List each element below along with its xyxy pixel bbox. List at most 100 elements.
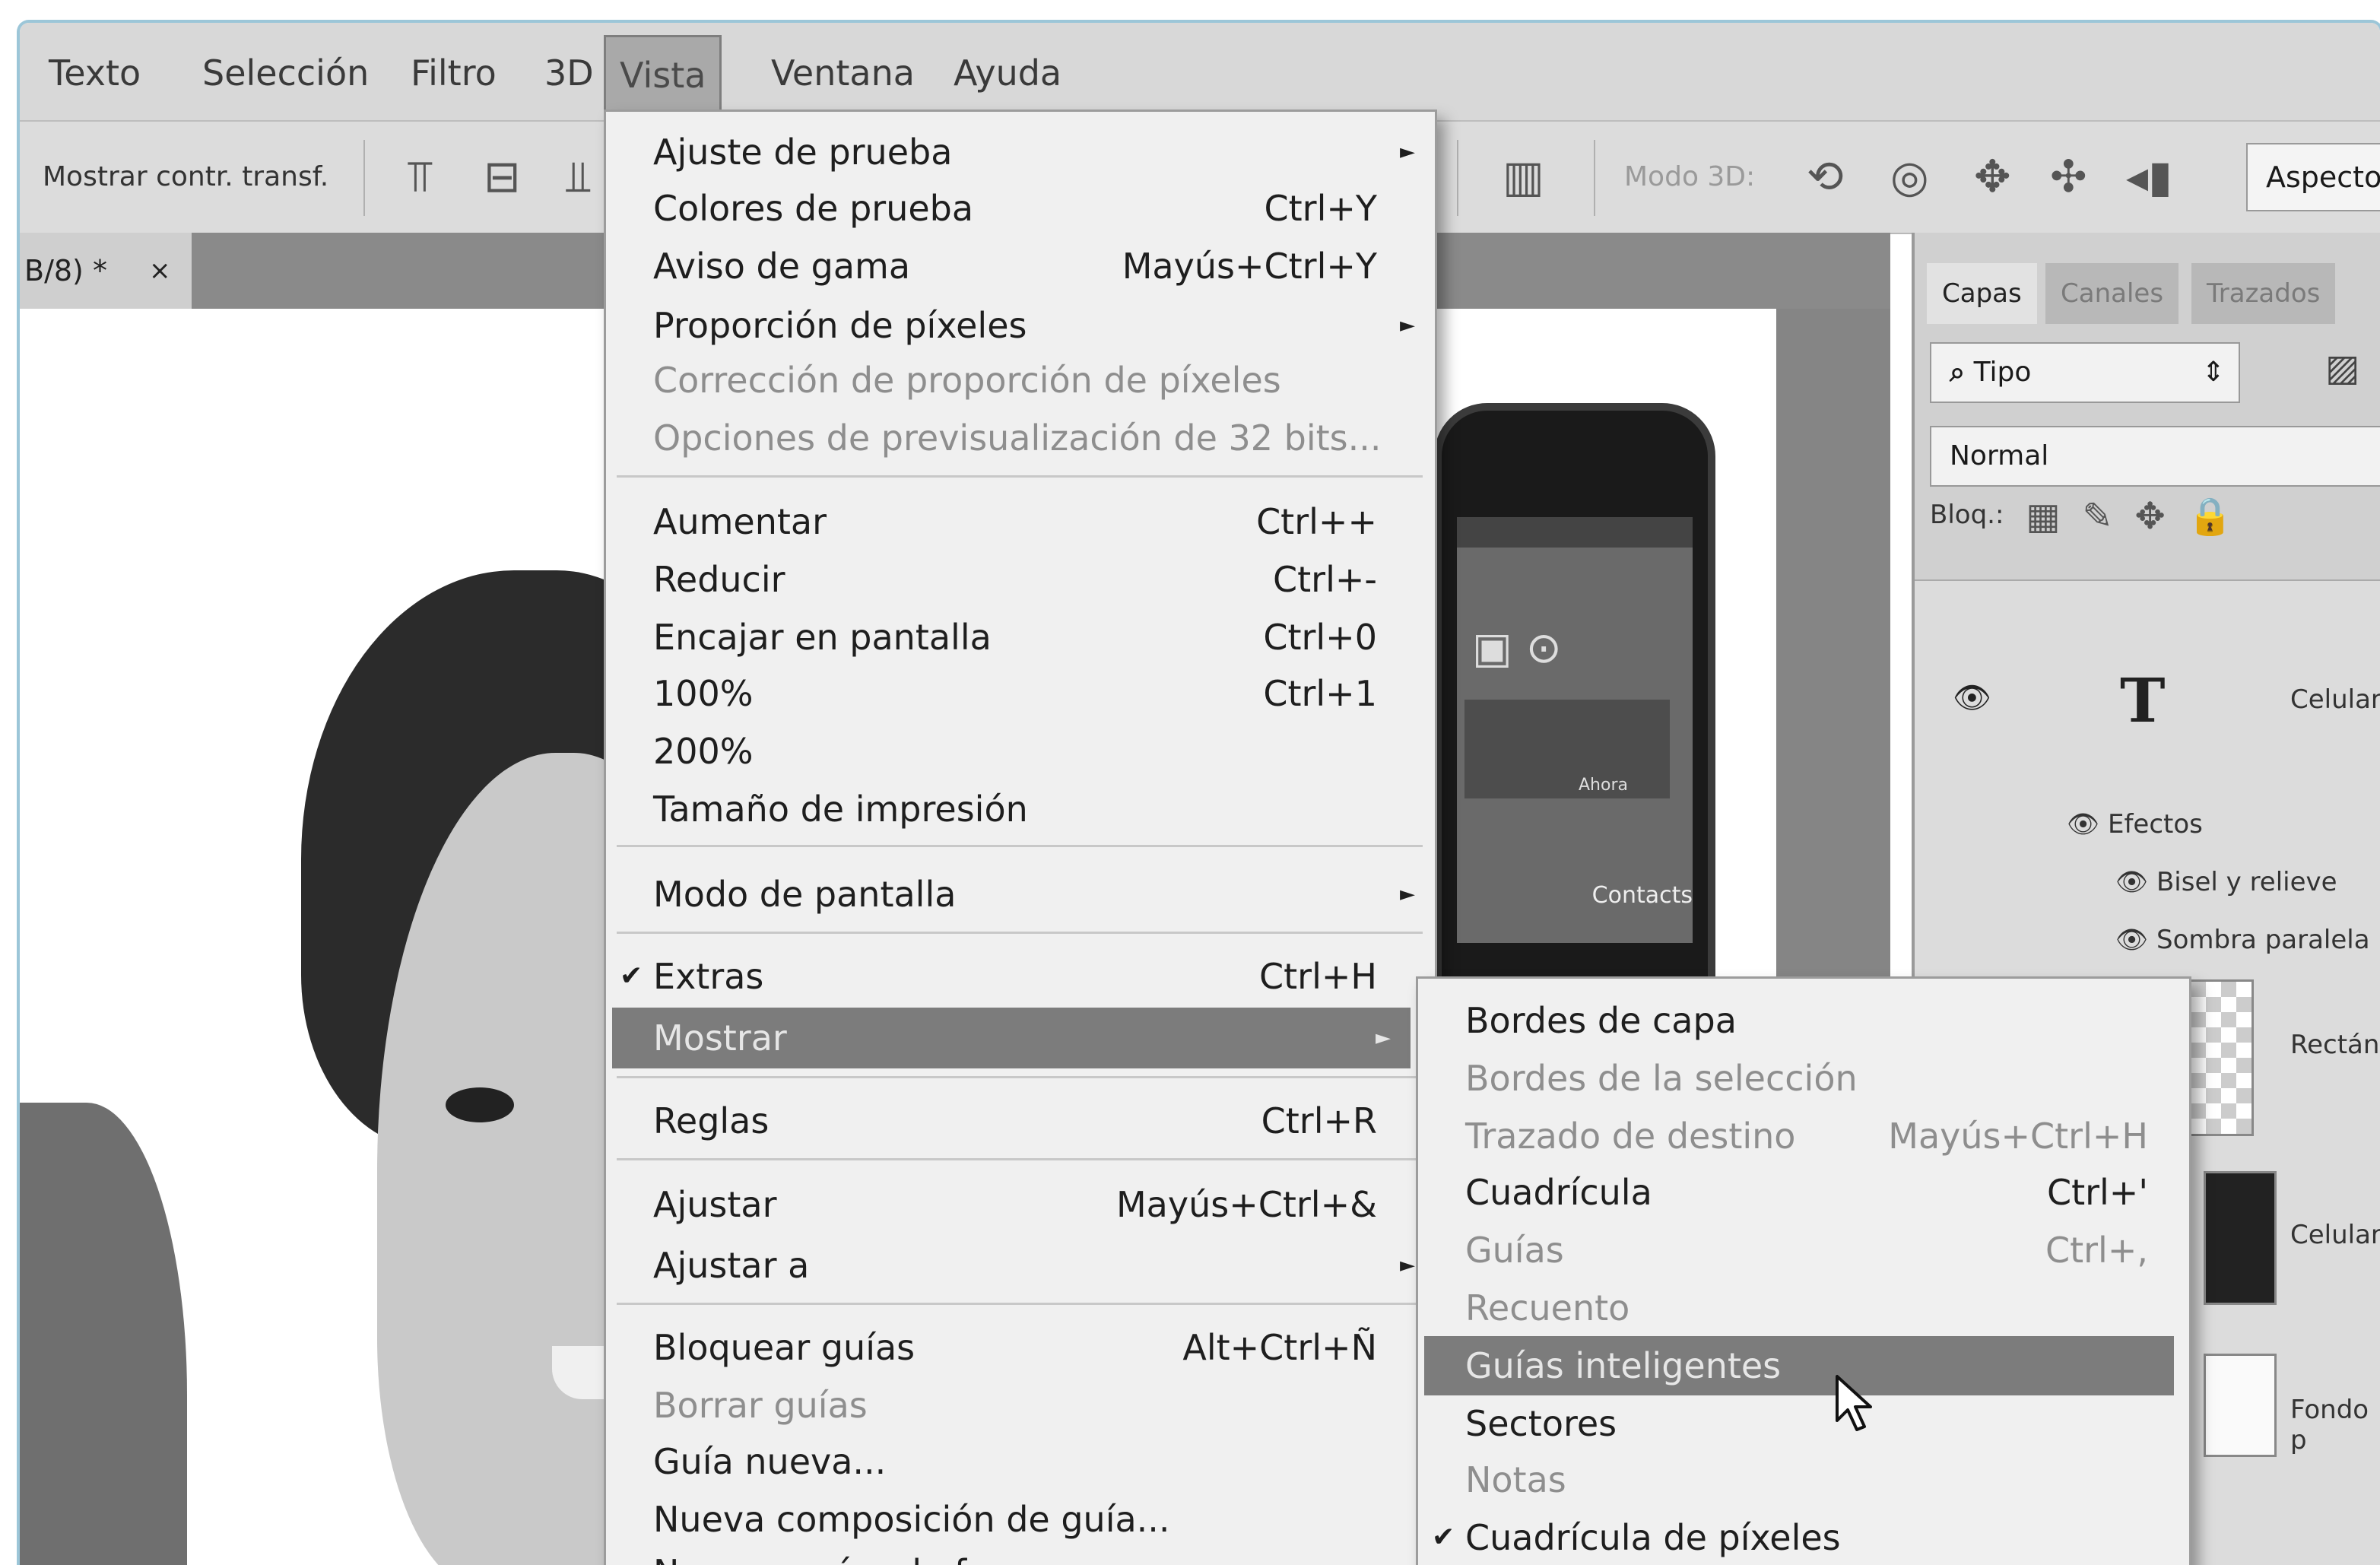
3d-slide-icon[interactable]: ✣: [2050, 152, 2087, 201]
3d-roll-icon[interactable]: ◎: [1890, 152, 1929, 201]
tab-canales[interactable]: Canales: [2045, 263, 2179, 324]
visibility-eye-icon[interactable]: 👁: [1953, 680, 1991, 716]
layer-name-fondo[interactable]: Fondo p: [2290, 1395, 2380, 1455]
layer-filter-select[interactable]: ⌕ Tipo ⇕: [1930, 342, 2240, 403]
effect-bevel-row[interactable]: 👁 Bisel y relieve: [2115, 867, 2337, 897]
lock-paint-icon[interactable]: ✎: [2082, 495, 2112, 538]
menu-item-200[interactable]: 200%: [606, 723, 1435, 779]
layer-filter-value: Tipo: [1973, 357, 2032, 388]
3d-scale-icon[interactable]: ◂▮: [2126, 152, 2172, 201]
menu-vista[interactable]: Vista: [604, 35, 722, 116]
align-vcenter-icon[interactable]: ⊟: [484, 152, 521, 201]
blend-mode-select[interactable]: Normal: [1930, 426, 2380, 487]
menu-item-bloquear-guias[interactable]: Bloquear guías Alt+Ctrl+Ñ: [606, 1319, 1435, 1376]
menu-item-correccion-proporcion[interactable]: Corrección de proporción de píxeles: [606, 352, 1435, 408]
menu-item-reducir[interactable]: Reducir Ctrl+-: [606, 551, 1435, 608]
text-layer-icon: T: [2120, 665, 2166, 736]
menu-item-extras[interactable]: ✔ Extras Ctrl+H: [606, 948, 1435, 1005]
separator: [1594, 140, 1595, 216]
submenu-item-notas[interactable]: Notas: [1418, 1452, 2189, 1508]
menu-bar: Texto Selección Filtro 3D Vista Ventana …: [20, 23, 2380, 122]
menu-item-100[interactable]: 100% Ctrl+1: [606, 665, 1435, 722]
menu-item-aumentar[interactable]: Aumentar Ctrl++: [606, 494, 1435, 550]
effects-eye-icon[interactable]: 👁: [2067, 809, 2099, 840]
distribute-icon[interactable]: ▥: [1503, 152, 1544, 201]
submenu-arrow-icon: ►: [1376, 1027, 1391, 1049]
menu-item-ajustar[interactable]: Ajustar Mayús+Ctrl+&: [606, 1176, 1435, 1233]
3d-pan-icon[interactable]: ✥: [1974, 152, 2011, 201]
effects-row[interactable]: 👁 Efectos: [2067, 809, 2203, 840]
submenu-item-bordes-seleccion[interactable]: Bordes de la selección: [1418, 1050, 2189, 1106]
submenu-item-recuento[interactable]: Recuento: [1418, 1280, 2189, 1336]
align-top-icon[interactable]: ⫪: [408, 152, 433, 201]
menu-filtro[interactable]: Filtro: [397, 35, 510, 111]
align-bottom-icon[interactable]: ⫫: [566, 152, 591, 201]
phone-photo-strip: Ahora: [1464, 700, 1670, 798]
3d-mode-label: Modo 3D:: [1624, 161, 1756, 192]
lock-label: Bloq.:: [1930, 500, 2004, 530]
3d-rotate-icon[interactable]: ⟲: [1807, 152, 1844, 201]
menu-seleccion[interactable]: Selección: [189, 35, 382, 111]
menu-item-nueva-composicion-guia[interactable]: Nueva composición de guía...: [606, 1491, 1435, 1548]
menu-item-guia-nueva[interactable]: Guía nueva...: [606, 1433, 1435, 1490]
menu-item-ajuste-de-prueba[interactable]: Ajuste de prueba ►: [606, 124, 1435, 180]
layer-name-celulares[interactable]: Celulares: [2290, 684, 2380, 715]
tab-capas[interactable]: Capas: [1927, 263, 2037, 324]
effect-eye-icon[interactable]: 👁: [2115, 925, 2148, 955]
checkmark-icon: ✔: [620, 960, 643, 992]
submenu-arrow-icon: ►: [1400, 141, 1415, 163]
menu-separator: [617, 1158, 1423, 1160]
effect-eye-icon[interactable]: 👁: [2115, 867, 2148, 897]
close-tab-icon[interactable]: ×: [149, 233, 171, 309]
menu-item-tamano-impresion[interactable]: Tamaño de impresión: [606, 781, 1435, 837]
submenu-arrow-icon: ►: [1400, 314, 1415, 337]
menu-item-aviso-de-gama[interactable]: Aviso de gama Mayús+Ctrl+Y: [606, 238, 1435, 294]
submenu-item-cuadricula[interactable]: Cuadrícula Ctrl+': [1418, 1164, 2189, 1221]
menu-item-opciones-32-bits[interactable]: Opciones de previsualización de 32 bits.…: [606, 410, 1435, 466]
photo-person-eye: [446, 1087, 514, 1122]
submenu-item-trazado-destino[interactable]: Trazado de destino Mayús+Ctrl+H: [1418, 1108, 2189, 1164]
show-transform-controls-label[interactable]: Mostrar contr. transf.: [43, 122, 328, 233]
menu-item-proporcion-de-pixeles[interactable]: Proporción de píxeles ►: [606, 297, 1435, 354]
lock-all-icon[interactable]: 🔒: [2187, 495, 2232, 538]
submenu-arrow-icon: ►: [1400, 883, 1415, 906]
image-filter-icon[interactable]: ▨: [2325, 347, 2359, 389]
submenu-item-bordes-de-capa[interactable]: Bordes de capa: [1418, 992, 2189, 1049]
menu-item-colores-de-prueba[interactable]: Colores de prueba Ctrl+Y: [606, 180, 1435, 236]
document-tab[interactable]: B/8) * ×: [20, 233, 192, 309]
layer-name-rectangulo[interactable]: Rectángulo: [2290, 1030, 2380, 1060]
lock-row: Bloq.: ▦ ✎ ✥ 🔒: [1930, 488, 2232, 543]
chevron-updown-icon: ⇕: [2201, 357, 2225, 388]
layer-thumbnail-phone[interactable]: [2204, 1171, 2277, 1305]
aspect-button[interactable]: Aspecto: [2246, 143, 2380, 211]
menu-3d[interactable]: 3D: [531, 35, 608, 111]
submenu-item-cuadricula-pixeles[interactable]: ✔ Cuadrícula de píxeles: [1418, 1509, 2189, 1565]
menu-item-borrar-guias[interactable]: Borrar guías: [606, 1377, 1435, 1433]
menu-ventana[interactable]: Ventana: [757, 35, 928, 111]
submenu-item-guias-inteligentes[interactable]: Guías inteligentes: [1424, 1336, 2174, 1395]
app-window: Texto Selección Filtro 3D Vista Ventana …: [17, 20, 2380, 1565]
effect-shadow-row[interactable]: 👁 Sombra paralela: [2115, 925, 2370, 955]
layer-name-celular[interactable]: Celular: [2290, 1220, 2380, 1250]
submenu-item-sectores[interactable]: Sectores: [1418, 1395, 2189, 1452]
menu-item-modo-de-pantalla[interactable]: Modo de pantalla ►: [606, 866, 1435, 922]
menu-texto[interactable]: Texto: [35, 35, 154, 111]
menu-separator: [617, 475, 1423, 478]
submenu-item-guias[interactable]: Guías Ctrl+,: [1418, 1222, 2189, 1278]
photo-cellphone: ▣ ⊙ Ahora Contacts: [1434, 403, 1715, 1011]
menu-item-ajustar-a[interactable]: Ajustar a ►: [606, 1237, 1435, 1294]
lock-position-icon[interactable]: ✥: [2134, 495, 2165, 538]
lock-transparent-icon[interactable]: ▦: [2026, 495, 2060, 538]
phone-app-icons: ▣ ⊙: [1472, 624, 1562, 673]
menu-ayuda[interactable]: Ayuda: [940, 35, 1075, 111]
menu-item-reglas[interactable]: Reglas Ctrl+R: [606, 1093, 1435, 1149]
menu-separator: [617, 1076, 1423, 1078]
separator: [1457, 140, 1458, 216]
menu-item-encajar-en-pantalla[interactable]: Encajar en pantalla Ctrl+0: [606, 609, 1435, 665]
menu-item-mostrar[interactable]: Mostrar ►: [612, 1008, 1411, 1068]
phone-tag: Ahora: [1579, 776, 1628, 795]
tab-trazados[interactable]: Trazados: [2191, 263, 2336, 324]
effect-bevel-label: Bisel y relieve: [2156, 867, 2337, 897]
layer-thumbnail-background[interactable]: [2204, 1354, 2277, 1457]
menu-separator: [617, 932, 1423, 934]
